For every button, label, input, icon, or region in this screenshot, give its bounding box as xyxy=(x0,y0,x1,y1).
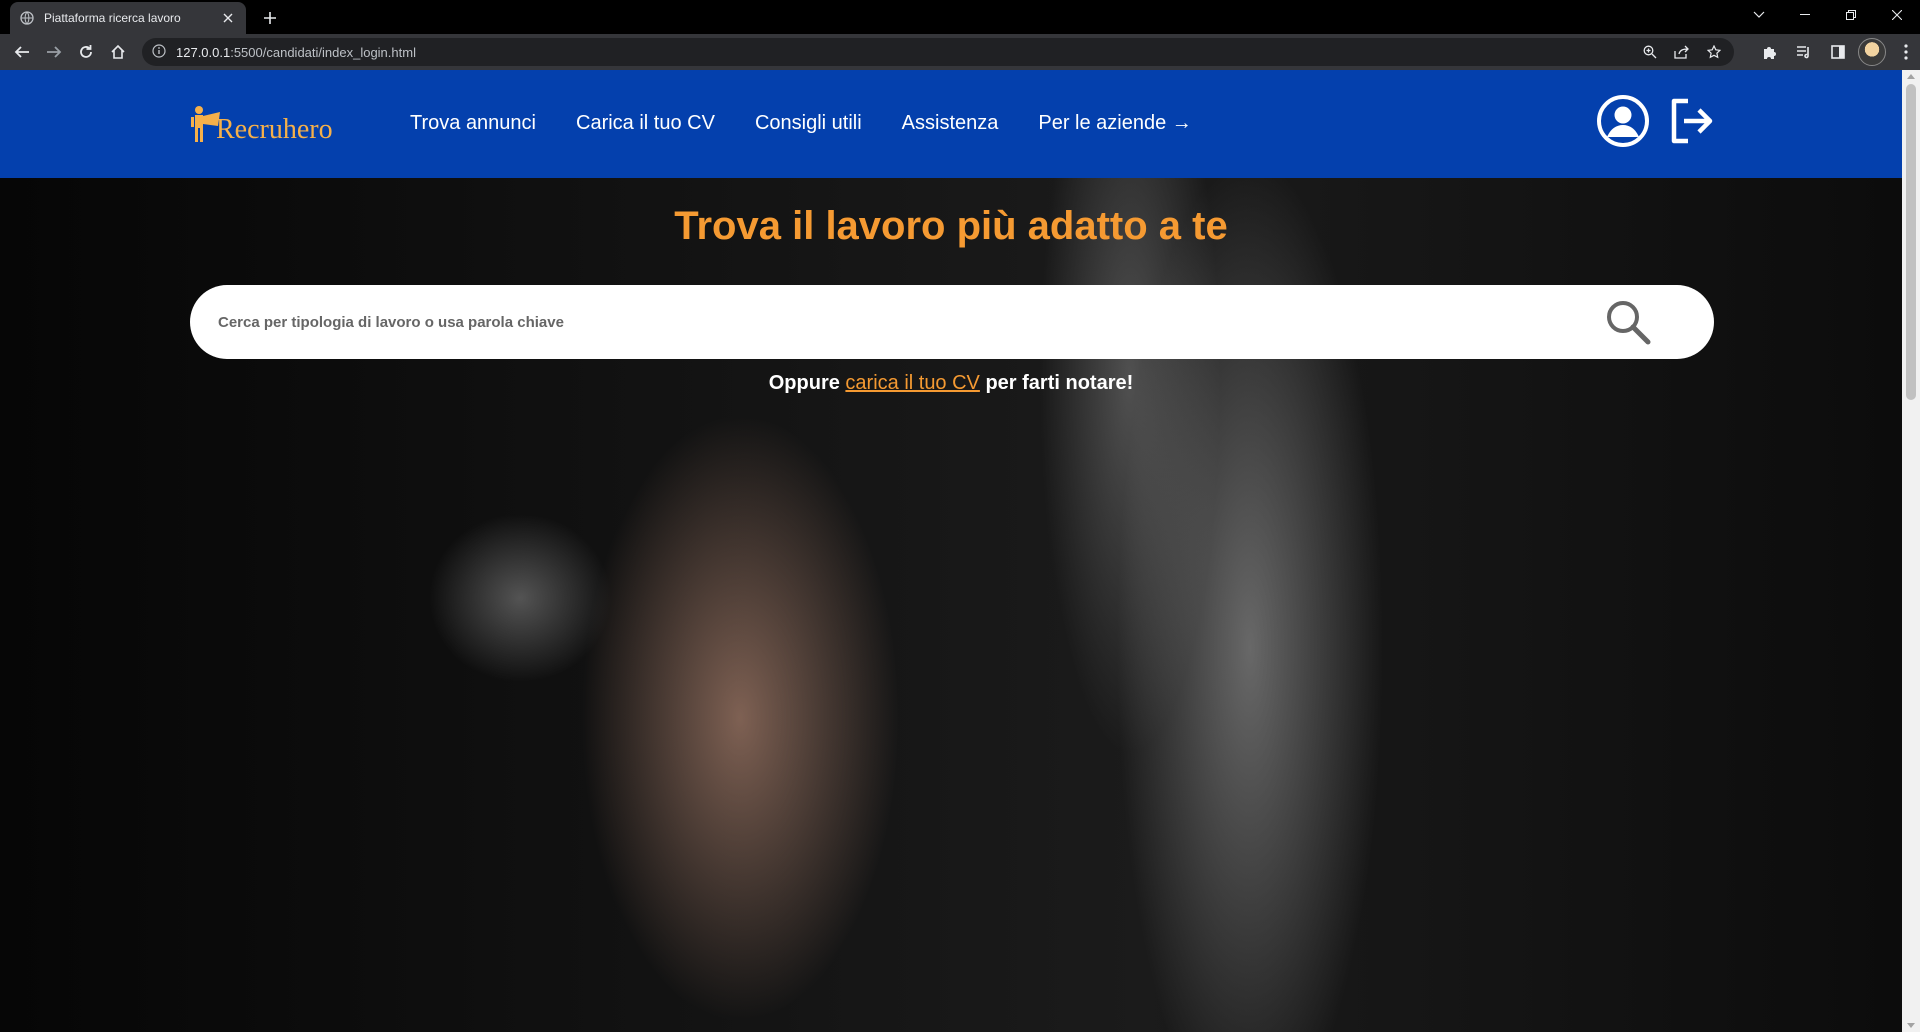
tab-title: Piattaforma ricerca lavoro xyxy=(44,11,181,25)
nav-consigli-utili[interactable]: Consigli utili xyxy=(755,112,862,135)
address-bar[interactable]: 127.0.0.1:5500/candidati/index_login.htm… xyxy=(142,38,1734,66)
restore-icon[interactable] xyxy=(1828,0,1874,30)
browser-toolbar: 127.0.0.1:5500/candidati/index_login.htm… xyxy=(0,34,1920,70)
main-nav: Trova annunci Carica il tuo CV Consigli … xyxy=(410,112,1192,135)
scroll-up-arrow-icon[interactable] xyxy=(1907,74,1915,79)
close-window-icon[interactable] xyxy=(1874,0,1920,30)
window-controls xyxy=(1736,0,1920,30)
close-tab-icon[interactable] xyxy=(220,10,236,26)
more-menu-icon[interactable] xyxy=(1892,38,1920,66)
extensions-puzzle-icon[interactable] xyxy=(1756,38,1784,66)
browser-tab-strip: Piattaforma ricerca lavoro xyxy=(0,0,1920,34)
nav-trova-annunci[interactable]: Trova annunci xyxy=(410,112,536,135)
site-header: Recruhero Trova annunci Carica il tuo CV… xyxy=(0,70,1902,178)
hero-section: Trova il lavoro più adatto a te Oppure c… xyxy=(0,178,1902,1032)
site-logo[interactable]: Recruhero xyxy=(190,104,333,144)
forward-arrow-icon[interactable] xyxy=(38,36,70,68)
minimize-icon[interactable] xyxy=(1782,0,1828,30)
share-icon[interactable] xyxy=(1670,42,1694,62)
reading-list-icon[interactable] xyxy=(1790,38,1818,66)
new-tab-icon[interactable] xyxy=(258,6,282,30)
page-scrollbar[interactable] xyxy=(1902,70,1920,1032)
profile-avatar-icon[interactable] xyxy=(1858,38,1886,66)
side-panel-icon[interactable] xyxy=(1824,38,1852,66)
upload-cv-cta: Oppure carica il tuo CV per farti notare… xyxy=(0,372,1902,395)
tab-search-icon[interactable] xyxy=(1736,0,1782,30)
header-actions xyxy=(1596,94,1718,148)
browser-tab[interactable]: Piattaforma ricerca lavoro xyxy=(10,2,246,34)
cta-suffix: per farti notare! xyxy=(979,372,1134,394)
page-viewport: Recruhero Trova annunci Carica il tuo CV… xyxy=(0,70,1902,1032)
bookmark-star-icon[interactable] xyxy=(1702,42,1726,62)
extension-area xyxy=(1756,38,1920,66)
back-arrow-icon[interactable] xyxy=(6,36,38,68)
job-search-input[interactable] xyxy=(218,313,1600,331)
nav-carica-cv[interactable]: Carica il tuo CV xyxy=(576,112,715,135)
job-search-bar xyxy=(190,285,1714,359)
scrollbar-thumb[interactable] xyxy=(1906,84,1916,400)
globe-icon xyxy=(20,11,34,25)
address-bar-actions xyxy=(1638,42,1726,62)
url-host: 127.0.0.1 xyxy=(176,44,231,60)
upload-cv-link[interactable]: carica il tuo CV xyxy=(845,372,980,394)
nav-per-le-aziende[interactable]: Per le aziende → xyxy=(1038,112,1191,135)
cta-prefix: Oppure xyxy=(768,372,846,394)
home-icon[interactable] xyxy=(102,36,134,68)
hero-title: Trova il lavoro più adatto a te xyxy=(674,204,1228,248)
user-profile-icon[interactable] xyxy=(1596,94,1650,148)
logout-icon[interactable] xyxy=(1664,94,1718,148)
url-path: :5500/candidati/index_login.html xyxy=(230,44,416,60)
site-info-icon[interactable] xyxy=(152,44,168,60)
nav-assistenza[interactable]: Assistenza xyxy=(902,112,999,135)
search-icon[interactable] xyxy=(1600,294,1656,350)
logo-text: Recruhero xyxy=(216,114,333,145)
zoom-icon[interactable] xyxy=(1638,42,1662,62)
scroll-down-arrow-icon[interactable] xyxy=(1907,1023,1915,1028)
reload-icon[interactable] xyxy=(70,36,102,68)
